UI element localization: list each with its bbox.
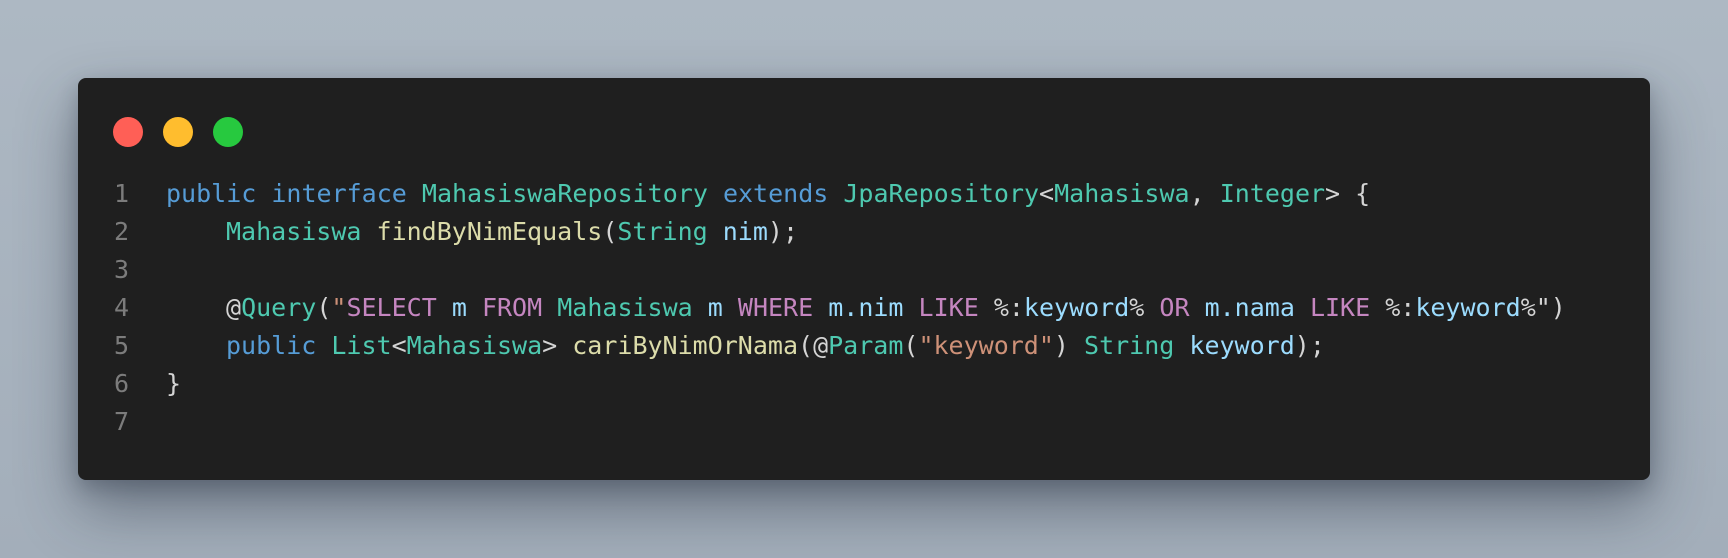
code-token: keyword	[1189, 331, 1295, 360]
code-line: 1 public interface MahasiswaRepository ex…	[78, 175, 1650, 213]
code-line: 6}	[78, 365, 1650, 403]
code-token: public	[226, 331, 317, 360]
code-token: keyword	[1023, 293, 1130, 322]
line-content: }	[166, 365, 181, 403]
line-number: 5	[114, 331, 130, 360]
code-token: public	[166, 179, 257, 208]
code-token: Mahasiswa	[226, 217, 362, 246]
code-token: JpaRepository	[843, 179, 1040, 208]
line-number: 3	[114, 255, 130, 284]
code-token: %:	[1370, 293, 1416, 322]
line-number: 4	[114, 293, 130, 322]
code-token: );	[767, 217, 799, 246]
minimize-button[interactable]	[163, 117, 193, 147]
code-line: 5 public List<Mahasiswa> cariByNimOrNama(…	[78, 327, 1650, 365]
code-token: (	[316, 293, 332, 322]
code-token: findByNimEquals	[376, 217, 603, 246]
code-token: MahasiswaRepository	[421, 179, 708, 208]
close-button[interactable]	[113, 117, 143, 147]
line-number: 2	[114, 217, 130, 246]
code-token: LIKE	[1309, 293, 1371, 322]
line-number: 6	[114, 369, 130, 398]
code-token: keyword	[1415, 293, 1521, 322]
code-token: %:	[978, 293, 1024, 322]
code-token: Mahasiswa	[1054, 179, 1190, 208]
code-line: 7	[78, 403, 1650, 441]
code-token: OR	[1159, 293, 1190, 322]
code-token: m.nim	[828, 293, 904, 322]
code-token: SELECT	[346, 293, 437, 322]
code-token: interface	[271, 179, 407, 208]
code-token: );	[1294, 331, 1325, 360]
maximize-button[interactable]	[213, 117, 243, 147]
code-token: Mahasiswa	[406, 331, 543, 360]
code-line: 2 Mahasiswa findByNimEquals(String nim);	[78, 213, 1650, 251]
code-token: WHERE	[737, 293, 814, 322]
line-content: @Query("SELECT m FROM Mahasiswa m WHERE …	[166, 289, 1566, 327]
code-window: 1 public interface MahasiswaRepository ex…	[78, 78, 1650, 480]
code-token: }	[166, 369, 182, 398]
code-token: <	[1039, 179, 1055, 208]
code-token: >	[542, 331, 573, 360]
code-token: cariByNimOrNama	[572, 331, 799, 360]
line-number: 7	[114, 407, 130, 436]
code-token: %	[1129, 293, 1145, 322]
code-token: (	[903, 331, 919, 360]
code-token: > {	[1325, 179, 1371, 208]
code-token: m.nama	[1204, 293, 1295, 322]
code-token: (	[602, 217, 618, 246]
code-token: ,	[1189, 179, 1220, 208]
code-token: @	[226, 293, 242, 322]
code-token: extends	[722, 179, 829, 208]
code-token: m	[451, 293, 467, 322]
code-token: Param	[828, 331, 904, 360]
code-token: Query	[241, 293, 317, 322]
code-token: %")	[1520, 293, 1566, 322]
code-token: FROM	[481, 293, 543, 322]
line-number: 1	[114, 179, 130, 208]
code-token: "	[331, 293, 347, 322]
window-controls	[113, 117, 243, 147]
code-token: String	[617, 217, 708, 246]
code-token: m	[707, 293, 723, 322]
code-token: LIKE	[918, 293, 979, 322]
code-token: Mahasiswa	[557, 293, 693, 322]
code-block: 1 public interface MahasiswaRepository ex…	[78, 175, 1650, 441]
code-token: (@	[798, 331, 829, 360]
code-token: )	[1053, 331, 1085, 360]
code-token: String	[1084, 331, 1175, 360]
line-content: public List<Mahasiswa> cariByNimOrNama(@…	[166, 327, 1325, 365]
code-token: "keyword"	[918, 331, 1054, 360]
code-line: 4 @Query("SELECT m FROM Mahasiswa m WHERE…	[78, 289, 1650, 327]
code-token: nim	[722, 217, 768, 246]
line-content: Mahasiswa findByNimEquals(String nim);	[166, 213, 798, 251]
code-line: 3	[78, 251, 1650, 289]
code-token: List	[331, 331, 392, 360]
line-content: public interface MahasiswaRepository ext…	[166, 175, 1370, 213]
code-token: Integer	[1219, 179, 1326, 208]
code-token: <	[391, 331, 407, 360]
